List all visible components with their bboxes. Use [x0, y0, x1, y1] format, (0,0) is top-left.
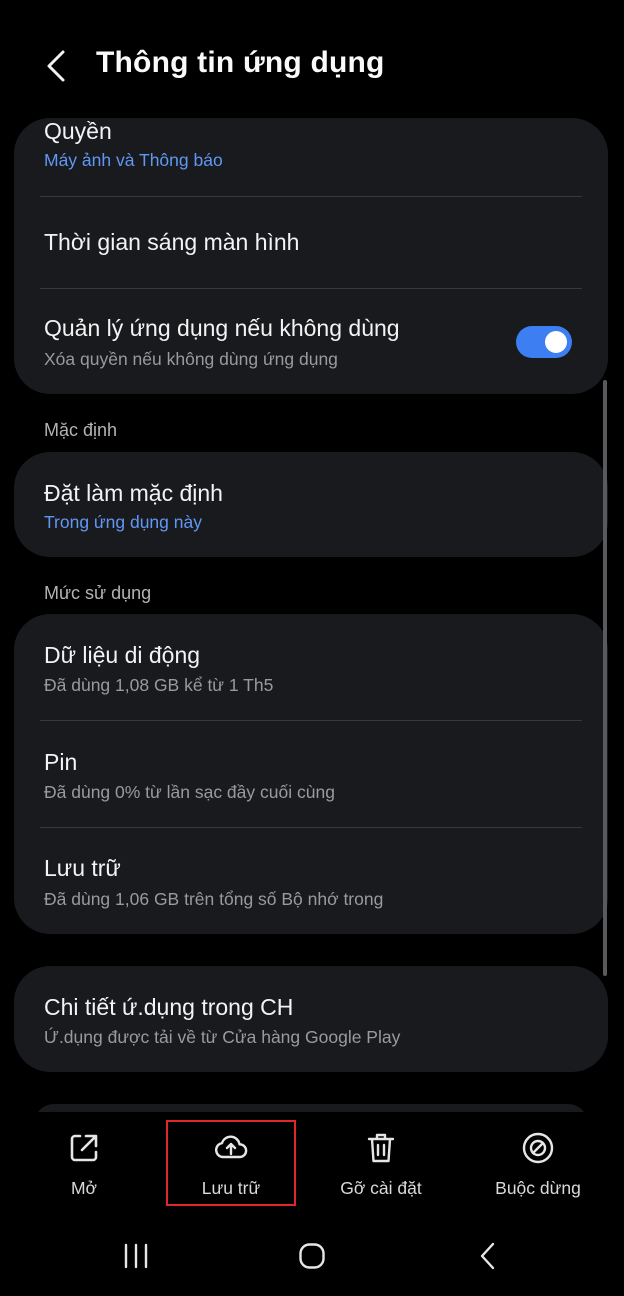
uninstall-label: Gỡ cài đặt: [340, 1178, 422, 1198]
set-default-subtitle: Trong ứng dụng này: [44, 512, 202, 532]
screen-time-row[interactable]: Thời gian sáng màn hình: [14, 197, 608, 289]
recent-apps-icon: [124, 1243, 148, 1269]
permissions-card: Quyền Máy ảnh và Thông báo Thời gian sán…: [14, 118, 608, 394]
archive-highlight-box: [166, 1120, 296, 1206]
block-icon: [522, 1132, 554, 1164]
set-default-title: Đặt làm mặc định: [44, 480, 223, 506]
section-label-defaults: Mặc định: [44, 420, 118, 440]
page-title: Thông tin ứng dụng: [96, 46, 385, 79]
store-details-row[interactable]: Chi tiết ứ.dụng trong CH Ứ.dụng được tải…: [14, 966, 608, 1072]
battery-subtitle: Đã dùng 0% từ lần sạc đầy cuối cùng: [44, 782, 335, 802]
storage-row[interactable]: Lưu trữ Đã dùng 1,06 GB trên tổng số Bộ …: [14, 828, 608, 934]
trash-icon: [367, 1133, 395, 1163]
toggle-knob: [545, 331, 567, 353]
screen-time-title: Thời gian sáng màn hình: [44, 229, 300, 255]
store-details-subtitle: Ứ.dụng được tải về từ Cửa hàng Google Pl…: [44, 1027, 401, 1047]
store-details-card: Chi tiết ứ.dụng trong CH Ứ.dụng được tải…: [14, 966, 608, 1072]
force-stop-label: Buộc dừng: [495, 1178, 581, 1198]
usage-card: Dữ liệu di động Đã dùng 1,08 GB kể từ 1 …: [14, 614, 608, 934]
storage-subtitle: Đã dùng 1,06 GB trên tổng số Bộ nhớ tron…: [44, 889, 384, 909]
section-label-usage: Mức sử dụng: [44, 583, 152, 603]
storage-title: Lưu trữ: [44, 855, 121, 881]
scrollbar[interactable]: [603, 380, 607, 976]
force-stop-button[interactable]: Buộc dừng: [468, 1130, 608, 1206]
back-button[interactable]: [36, 44, 76, 88]
system-nav-bar: [0, 1218, 624, 1296]
battery-row[interactable]: Pin Đã dùng 0% từ lần sạc đầy cuối cùng: [14, 721, 608, 827]
set-default-row[interactable]: Đặt làm mặc định Trong ứng dụng này: [14, 452, 608, 557]
back-nav-icon: [480, 1242, 495, 1270]
permissions-row[interactable]: Quyền Máy ảnh và Thông báo: [14, 118, 608, 198]
chevron-left-icon: [47, 50, 65, 82]
open-label: Mở: [70, 1178, 98, 1198]
battery-title: Pin: [44, 749, 78, 775]
back-nav-button[interactable]: [458, 1236, 518, 1276]
home-button[interactable]: [282, 1236, 342, 1276]
manage-unused-title: Quản lý ứng dụng nếu không dùng: [44, 315, 400, 341]
store-details-title: Chi tiết ứ.dụng trong CH: [44, 994, 294, 1020]
mobile-data-row[interactable]: Dữ liệu di động Đã dùng 1,08 GB kể từ 1 …: [14, 614, 608, 720]
manage-unused-toggle[interactable]: [516, 326, 572, 358]
app-bar: Thông tin ứng dụng: [0, 0, 624, 118]
open-external-icon: [70, 1134, 98, 1162]
mobile-data-subtitle: Đã dùng 1,08 GB kể từ 1 Th5: [44, 675, 274, 695]
bottom-action-bar: Mở Lưu trữ Gỡ cài đặt Buộc dừng: [0, 1112, 624, 1218]
uninstall-button[interactable]: Gỡ cài đặt: [311, 1130, 451, 1206]
manage-unused-subtitle: Xóa quyền nếu không dùng ứng dụng: [44, 349, 338, 369]
open-button[interactable]: Mở: [14, 1130, 154, 1206]
permissions-subtitle: Máy ảnh và Thông báo: [44, 150, 223, 170]
recent-apps-button[interactable]: [106, 1236, 166, 1276]
defaults-card: Đặt làm mặc định Trong ứng dụng này: [14, 452, 608, 557]
home-icon: [299, 1243, 325, 1269]
mobile-data-title: Dữ liệu di động: [44, 642, 201, 668]
permissions-title: Quyền: [44, 118, 112, 144]
